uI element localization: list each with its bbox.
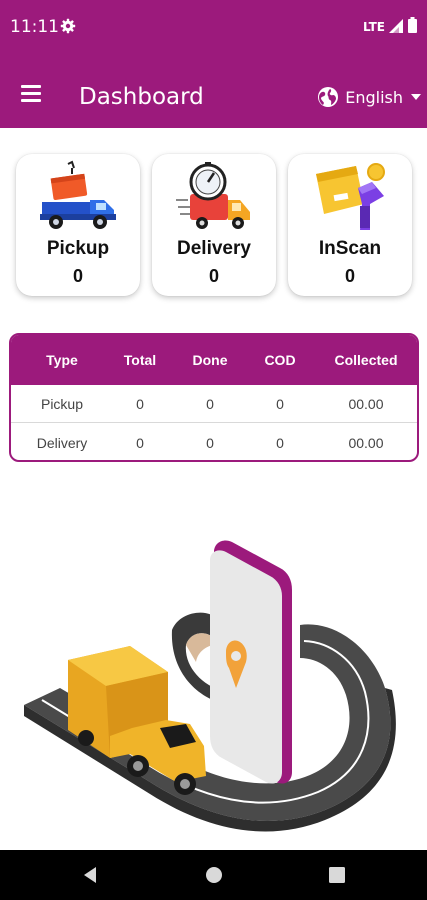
barcode-scanner-icon: [316, 163, 385, 230]
network-type: LTE: [362, 20, 385, 34]
cell-cod: 0: [276, 396, 284, 412]
table-row: Delivery 0 0 0 00.00: [11, 424, 417, 460]
menu-icon-bar: [21, 99, 41, 102]
table-header: Type Total Done COD Collected: [11, 335, 417, 385]
home-icon[interactable]: [203, 864, 225, 886]
cell-done: 0: [206, 396, 214, 412]
card-count: 0: [344, 266, 355, 286]
cell-total: 0: [136, 396, 144, 412]
inscan-card[interactable]: InScan 0: [288, 154, 412, 296]
menu-icon-bar: [21, 92, 41, 95]
card-count: 0: [72, 266, 83, 286]
app-bar: Dashboard English: [0, 56, 427, 128]
signal-icon: [389, 19, 403, 33]
status-bar: 11:11 LTE: [0, 0, 427, 56]
header-total: Total: [123, 352, 157, 368]
card-count: 0: [208, 266, 219, 286]
pickup-card[interactable]: Pickup 0: [16, 154, 140, 296]
settings-icon: [60, 18, 76, 34]
cell-collected: 00.00: [348, 396, 384, 412]
menu-button[interactable]: [14, 76, 48, 110]
header-done: Done: [192, 352, 228, 368]
cell-cod: 0: [276, 435, 284, 451]
cell-total: 0: [136, 435, 144, 451]
delivery-route-illustration: [24, 540, 396, 832]
table-row: Pickup 0 0 0 00.00: [11, 385, 417, 423]
delivery-card[interactable]: Delivery 0: [152, 154, 276, 296]
card-label: Pickup: [46, 238, 110, 259]
header-cod: COD: [264, 352, 296, 368]
page-title: Dashboard: [79, 84, 204, 110]
card-label: InScan: [318, 238, 382, 259]
system-nav-bar: [0, 850, 427, 900]
recents-icon[interactable]: [326, 864, 348, 886]
language-selector[interactable]: English: [317, 82, 421, 112]
delivery-truck-icon: [176, 162, 250, 229]
cell-done: 0: [206, 435, 214, 451]
card-label: Delivery: [177, 238, 251, 259]
app-header: 11:11 LTE Dashboard English: [0, 0, 427, 128]
back-icon[interactable]: [80, 864, 102, 886]
globe-icon: [318, 87, 339, 107]
pickup-truck-icon: [40, 160, 116, 229]
summary-table: Type Total Done COD Collected Pickup 0 0…: [9, 333, 419, 462]
status-time: 11:11: [10, 17, 59, 37]
battery-icon: [408, 17, 417, 33]
cell-type: Delivery: [36, 435, 88, 451]
cell-collected: 00.00: [348, 435, 384, 451]
menu-icon: [21, 85, 41, 88]
cell-type: Pickup: [40, 396, 84, 412]
header-type: Type: [46, 352, 78, 368]
dropdown-caret-icon: [411, 94, 421, 100]
header-collected: Collected: [334, 352, 398, 368]
language-label: English: [345, 87, 403, 107]
